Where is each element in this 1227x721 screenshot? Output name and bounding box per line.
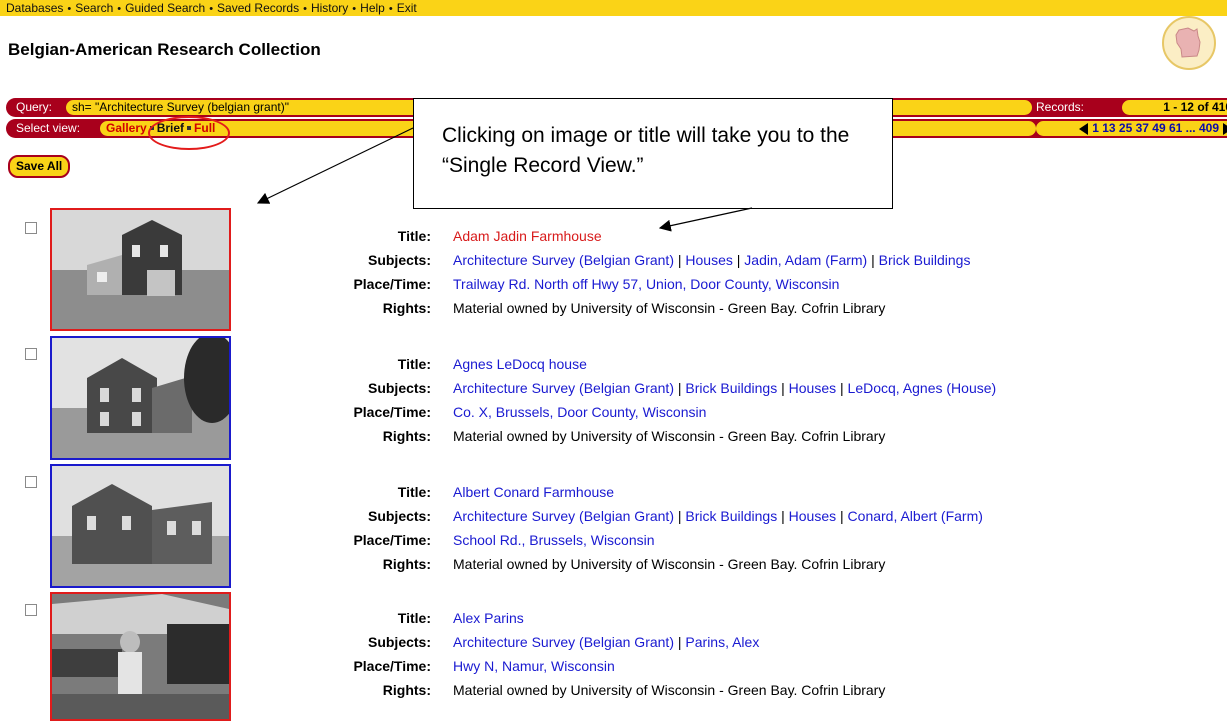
- rights-text: Material owned by University of Wisconsi…: [453, 556, 886, 572]
- rights-label: Rights:: [382, 428, 431, 444]
- records-count: 1 - 12 of 410: [1122, 100, 1227, 115]
- record-checkbox[interactable]: [25, 222, 37, 234]
- select-view-label: Select view:: [16, 121, 81, 135]
- place-link[interactable]: Hwy N, Namur, Wisconsin: [453, 654, 615, 678]
- nav-separator: •: [303, 3, 307, 15]
- nav-separator: •: [67, 3, 72, 15]
- rights-label: Rights:: [382, 682, 431, 698]
- place-link[interactable]: School Rd., Brussels, Wisconsin: [453, 528, 655, 552]
- subject-link[interactable]: Parins, Alex: [685, 634, 759, 650]
- subject-link[interactable]: Architecture Survey (Belgian Grant): [453, 252, 674, 268]
- subject-link[interactable]: Brick Buildings: [685, 508, 777, 524]
- rights-text: Material owned by University of Wisconsi…: [453, 682, 886, 698]
- subject-link[interactable]: LeDocq, Agnes (House): [848, 380, 997, 396]
- nav-history[interactable]: History: [311, 1, 348, 15]
- subjects-list: Architecture Survey (Belgian Grant) | Pa…: [453, 634, 760, 650]
- subjects-label: Subjects:: [367, 508, 431, 524]
- subjects-list: Architecture Survey (Belgian Grant) | Br…: [453, 508, 983, 524]
- save-all-button[interactable]: Save All: [8, 155, 71, 178]
- place-label: Place/Time:: [353, 532, 431, 548]
- nav-separator: •: [209, 3, 214, 15]
- record-checkbox[interactable]: [25, 348, 37, 360]
- rights-label: Rights:: [382, 300, 431, 316]
- nav-guided-search[interactable]: Guided Search: [125, 1, 205, 15]
- nav-databases[interactable]: Databases: [6, 1, 63, 15]
- record-checkbox[interactable]: [25, 604, 37, 616]
- pagination: 1 13 25 37 49 61 ... 409: [1036, 121, 1227, 136]
- callout-box: Clicking on image or title will take you…: [413, 98, 893, 209]
- title-label: Title:: [397, 484, 431, 500]
- subject-link[interactable]: Architecture Survey (Belgian Grant): [453, 380, 674, 396]
- rights-text: Material owned by University of Wisconsi…: [453, 428, 886, 444]
- subject-link[interactable]: Architecture Survey (Belgian Grant): [453, 508, 674, 524]
- top-nav: Databases • Search • Guided Search • Saved Rec…: [0, 0, 1227, 16]
- subject-link[interactable]: Houses: [789, 380, 836, 396]
- subject-link[interactable]: Houses: [685, 252, 732, 268]
- record-title-link[interactable]: Alex Parins: [453, 606, 524, 630]
- callout-text: Clicking on image or title will take you…: [442, 124, 850, 177]
- subject-link[interactable]: Brick Buildings: [685, 380, 777, 396]
- record-thumbnail[interactable]: [50, 464, 231, 588]
- subjects-label: Subjects:: [367, 634, 431, 650]
- subject-link[interactable]: Jadin, Adam (Farm): [744, 252, 867, 268]
- arrow-to-title: [658, 207, 753, 232]
- record-title-link[interactable]: Agnes LeDocq house: [453, 352, 587, 376]
- page-title: Belgian-American Research Collection: [8, 40, 321, 59]
- record-thumbnail[interactable]: [50, 592, 231, 721]
- person-photo: [52, 594, 229, 719]
- nav-help[interactable]: Help: [360, 1, 385, 15]
- subject-link[interactable]: Conard, Albert (Farm): [848, 508, 983, 524]
- subject-link[interactable]: Brick Buildings: [879, 252, 971, 268]
- subjects-list: Architecture Survey (Belgian Grant) | Ho…: [453, 252, 971, 268]
- brief-highlight-ellipse: [148, 116, 230, 150]
- farmhouse-photo: [52, 466, 229, 586]
- subjects-label: Subjects:: [367, 252, 431, 268]
- subjects-list: Architecture Survey (Belgian Grant) | Br…: [453, 380, 997, 396]
- query-label: Query:: [16, 100, 53, 114]
- place-label: Place/Time:: [353, 276, 431, 292]
- nav-exit[interactable]: Exit: [397, 1, 417, 15]
- house-photo: [52, 338, 229, 458]
- nav-separator: •: [117, 3, 122, 15]
- rights-label: Rights:: [382, 556, 431, 572]
- arrow-to-image: [256, 127, 414, 204]
- subject-link[interactable]: Architecture Survey (Belgian Grant): [453, 634, 674, 650]
- title-label: Title:: [397, 356, 431, 372]
- nav-separator: •: [388, 3, 393, 15]
- wisconsin-map-icon: [1175, 27, 1201, 58]
- next-page-icon[interactable]: [1223, 122, 1227, 135]
- place-label: Place/Time:: [353, 404, 431, 420]
- prev-page-icon[interactable]: [1079, 122, 1089, 135]
- nav-separator: •: [352, 3, 357, 15]
- record-thumbnail[interactable]: [50, 336, 231, 460]
- title-label: Title:: [397, 228, 431, 244]
- place-link[interactable]: Co. X, Brussels, Door County, Wisconsin: [453, 400, 706, 424]
- nav-search[interactable]: Search: [75, 1, 113, 15]
- place-link[interactable]: Trailway Rd. North off Hwy 57, Union, Do…: [453, 272, 839, 296]
- record-title-link[interactable]: Albert Conard Farmhouse: [453, 480, 614, 504]
- title-label: Title:: [397, 610, 431, 626]
- view-gallery-link[interactable]: Gallery: [106, 121, 147, 135]
- nav-saved-records[interactable]: Saved Records: [217, 1, 299, 15]
- record-thumbnail[interactable]: [50, 208, 231, 331]
- wisconsin-logo: [1162, 16, 1216, 70]
- records-label: Records:: [1036, 100, 1085, 114]
- farmhouse-photo: [52, 210, 229, 329]
- subject-link[interactable]: Houses: [789, 508, 836, 524]
- record-checkbox[interactable]: [25, 476, 37, 488]
- record-title-link[interactable]: Adam Jadin Farmhouse: [453, 224, 602, 248]
- place-label: Place/Time:: [353, 658, 431, 674]
- subjects-label: Subjects:: [367, 380, 431, 396]
- rights-text: Material owned by University of Wisconsi…: [453, 300, 886, 316]
- page-links[interactable]: 1 13 25 37 49 61 ... 409: [1092, 121, 1219, 135]
